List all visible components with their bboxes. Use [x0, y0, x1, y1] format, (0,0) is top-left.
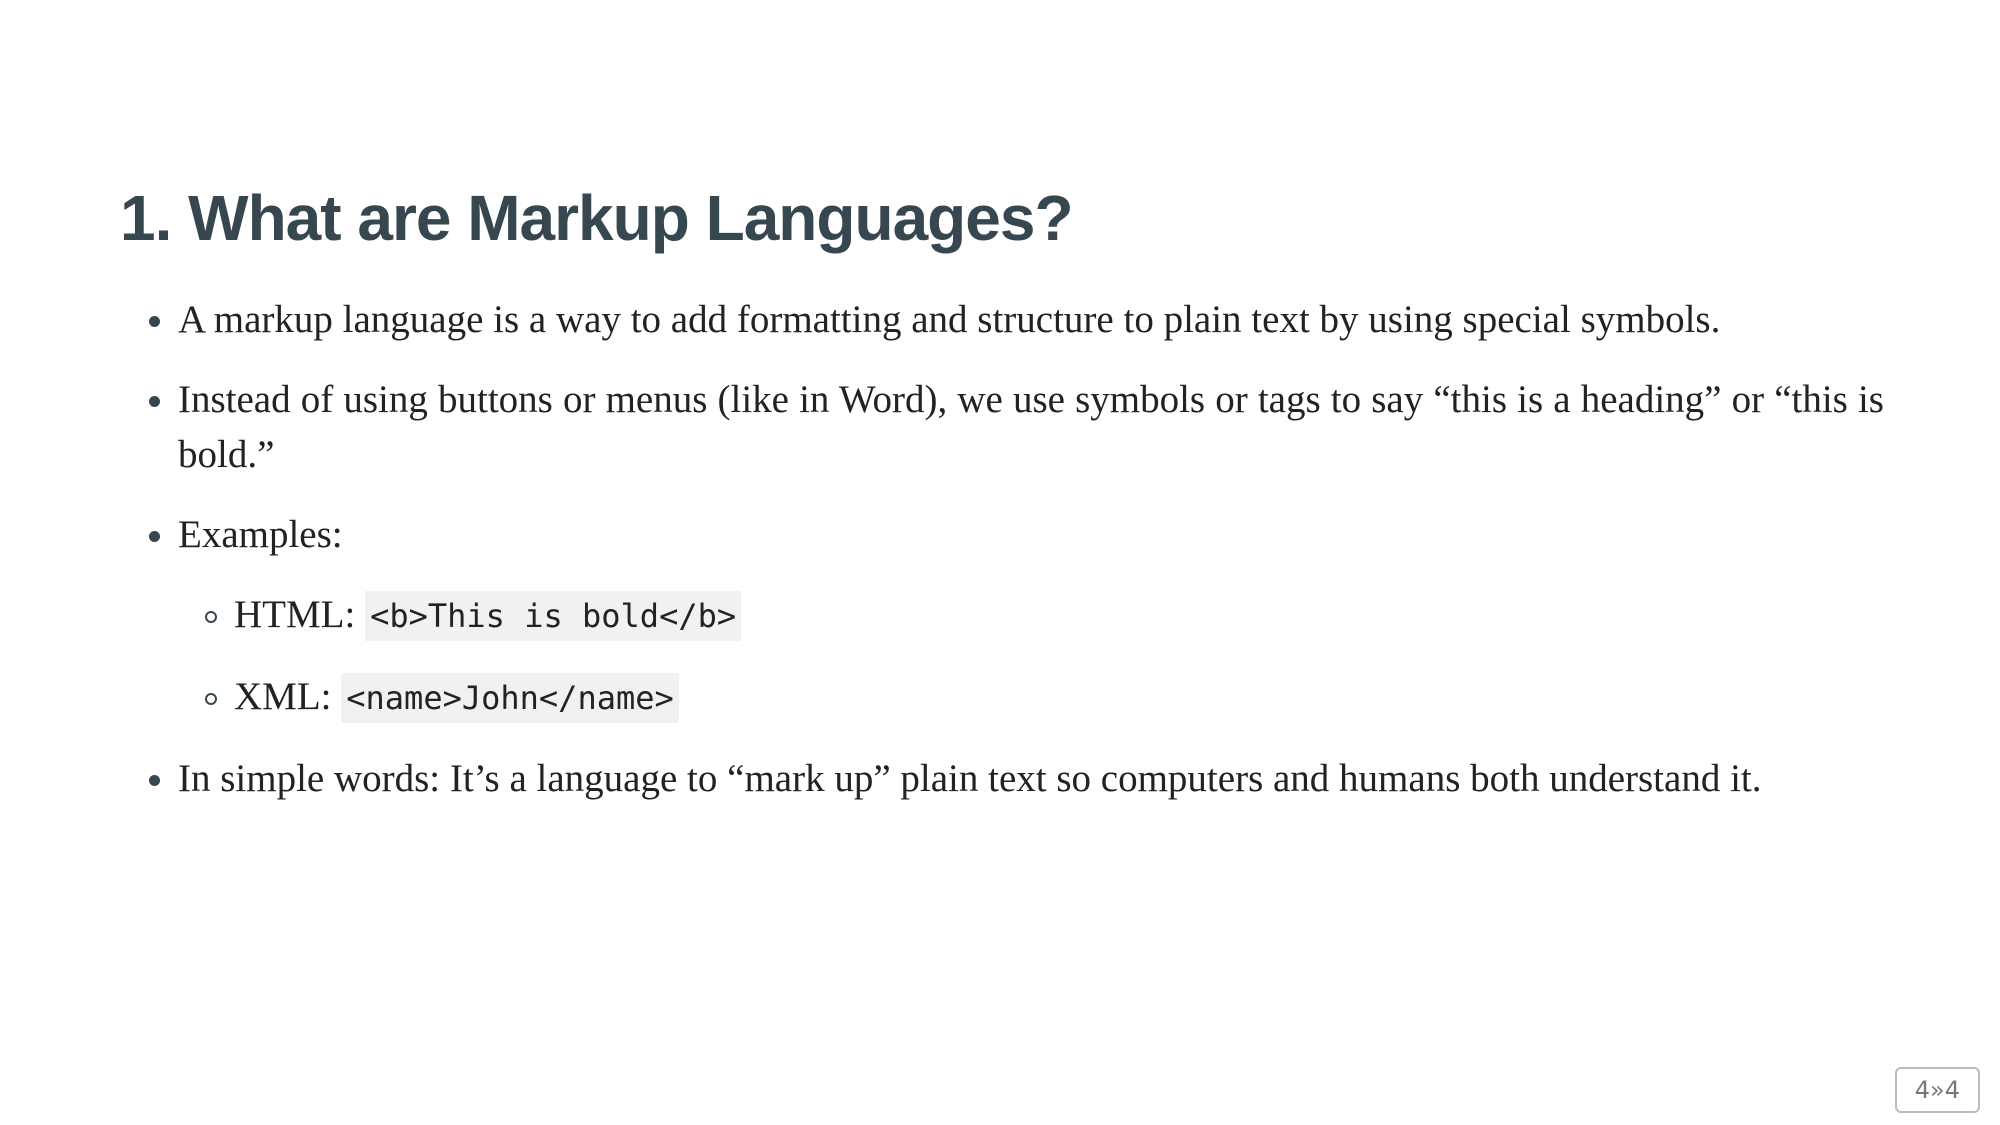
bullet-text: A markup language is a way to add format…	[178, 298, 1721, 341]
bullet-text: Instead of using buttons or menus (like …	[178, 378, 1884, 476]
example-item-html: HTML: <b>This is bold</b>	[205, 587, 1884, 644]
examples-list: HTML: <b>This is bold</b> XML: <name>Joh…	[178, 587, 1884, 726]
bullet-text: In simple words: It’s a language to “mar…	[178, 757, 1762, 800]
slide-title: 1. What are Markup Languages?	[120, 182, 1074, 254]
bullet-item: Examples: HTML: <b>This is bold</b> XML:…	[149, 507, 1884, 726]
bullet-item: A markup language is a way to add format…	[149, 292, 1884, 347]
bullet-text: Examples:	[178, 513, 343, 556]
example-item-xml: XML: <name>John</name>	[205, 669, 1884, 726]
bullet-list: A markup language is a way to add format…	[120, 292, 1884, 806]
example-code: <b>This is bold</b>	[365, 591, 742, 641]
page-indicator-button[interactable]: 4»4	[1894, 1067, 1980, 1113]
example-label: XML:	[234, 675, 332, 718]
example-code: <name>John</name>	[341, 673, 679, 723]
bullet-item: Instead of using buttons or menus (like …	[149, 372, 1884, 482]
example-label: HTML:	[234, 593, 356, 636]
slide: 1. What are Markup Languages? A markup l…	[0, 0, 2000, 1125]
bullet-item: In simple words: It’s a language to “mar…	[149, 751, 1884, 806]
